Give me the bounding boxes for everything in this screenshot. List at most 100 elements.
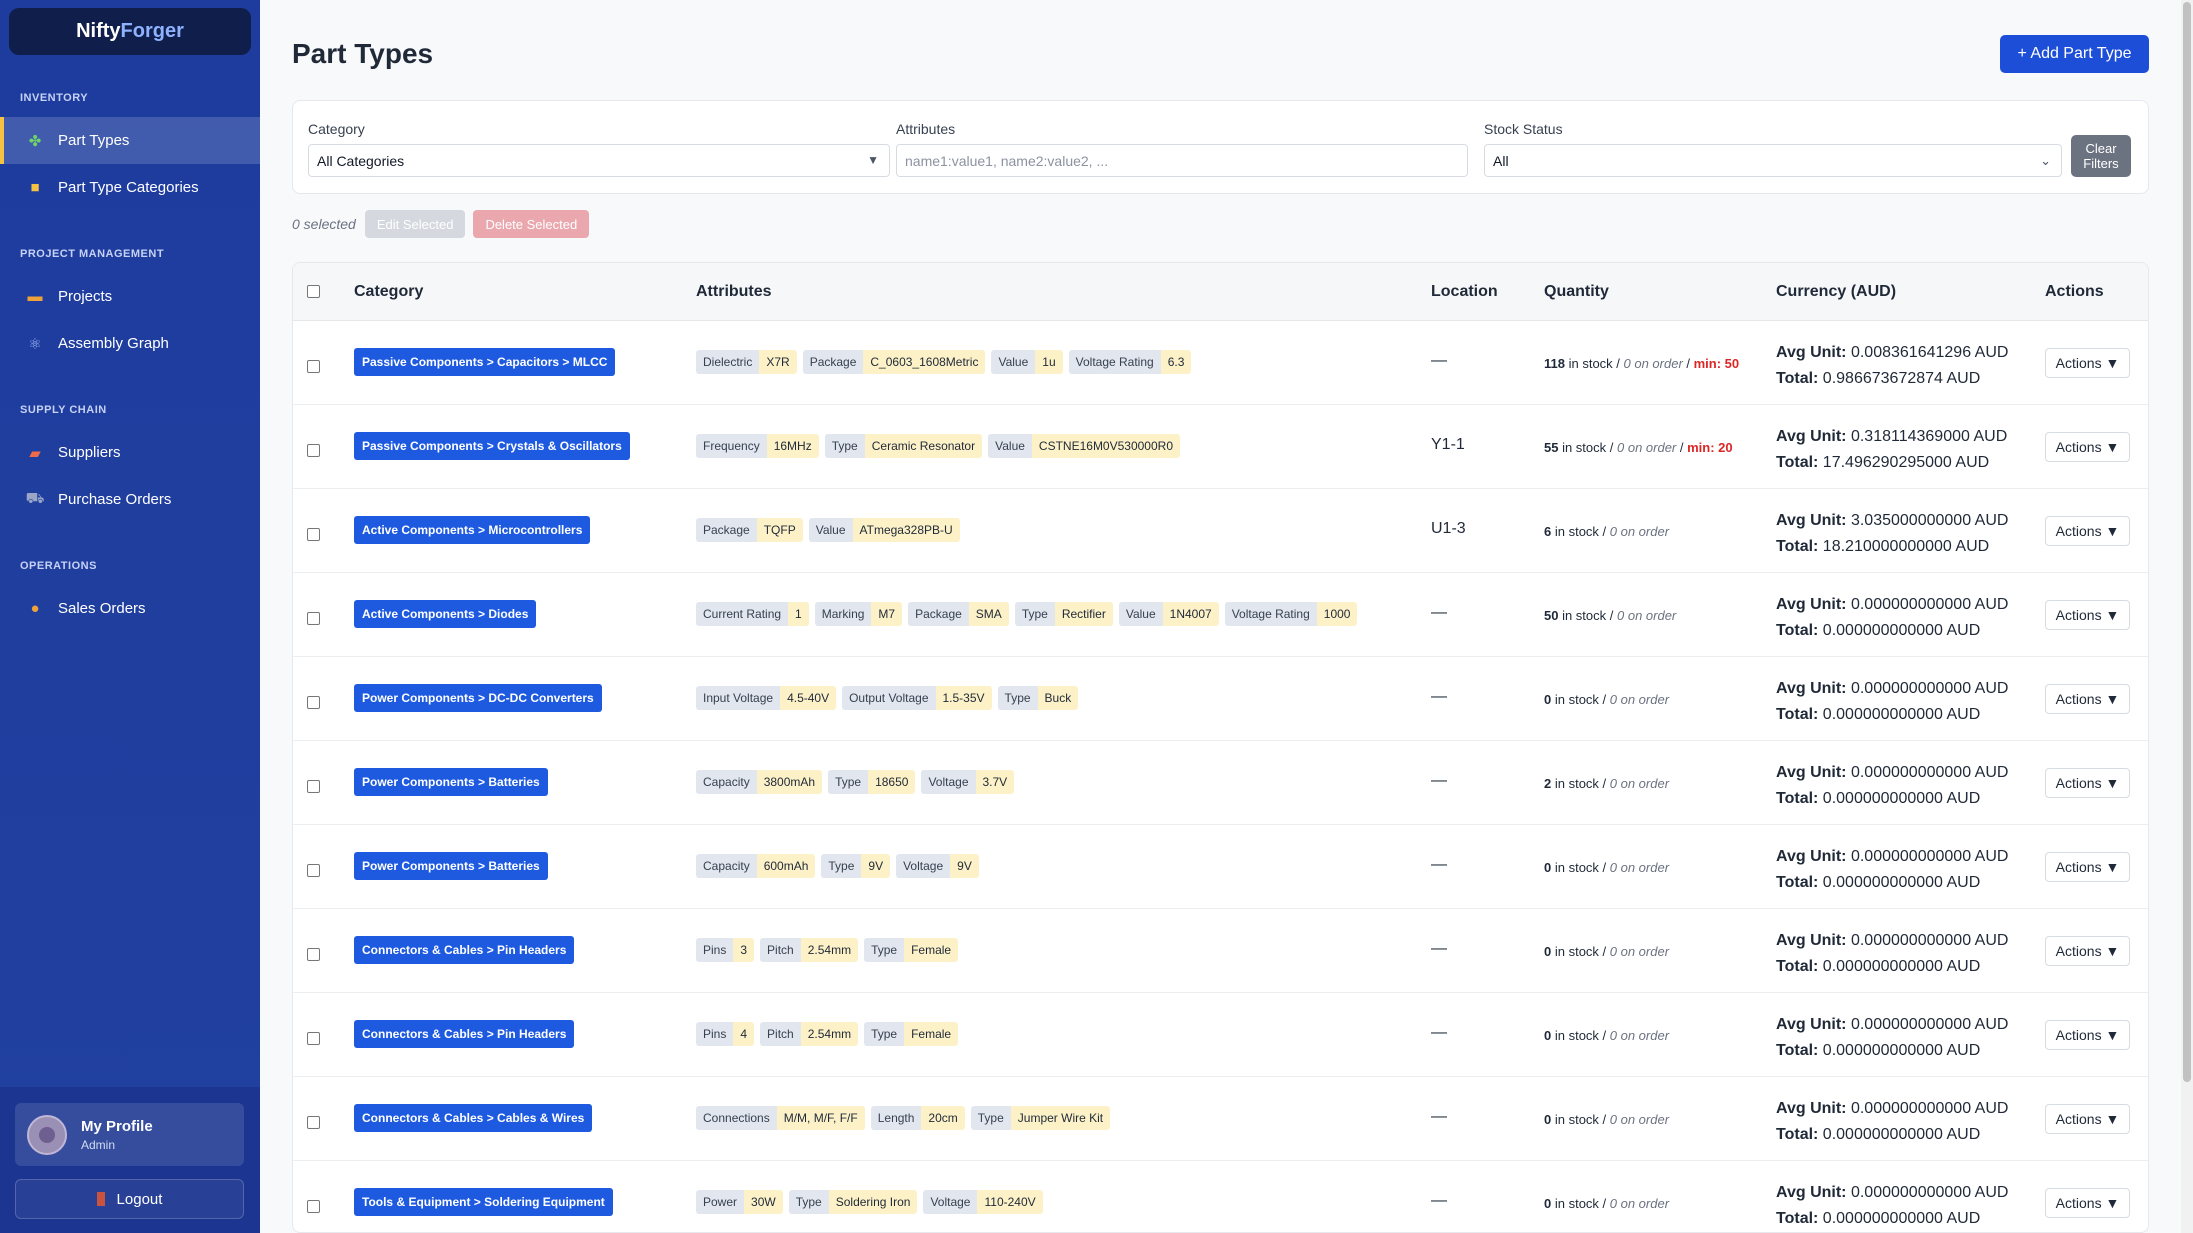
column-header-category[interactable]: Category: [354, 283, 423, 301]
column-header-quantity[interactable]: Quantity: [1544, 283, 1609, 301]
row-checkbox[interactable]: [307, 612, 320, 625]
column-header-attributes[interactable]: Attributes: [696, 283, 772, 301]
row-actions-dropdown[interactable]: Actions ▼: [2045, 1188, 2130, 1218]
quantity-value: 0 in stock / 0 on order: [1544, 944, 1669, 959]
attribute-list: Frequency 16MHz Type Ceramic Resonator Value…: [696, 434, 1186, 458]
edit-selected-button[interactable]: Edit Selected: [364, 210, 466, 238]
main-content: Part Types + Add Part Type Category All …: [260, 0, 2193, 1233]
category-badge[interactable]: Power Components > Batteries: [354, 852, 548, 880]
quantity-value: 55 in stock / 0 on order / min: 20: [1544, 440, 1733, 455]
sidebar-item-suppliers[interactable]: ▰ Suppliers: [0, 429, 260, 476]
currency-values: Avg Unit: 0.000000000000 AUD Total: 0.000…: [1776, 1180, 2008, 1232]
attribute-name: Type: [864, 1022, 905, 1046]
row-checkbox[interactable]: [307, 780, 320, 793]
category-badge[interactable]: Passive Components > Capacitors > MLCC: [354, 348, 616, 376]
row-actions-dropdown[interactable]: Actions ▼: [2045, 348, 2130, 378]
row-actions-dropdown[interactable]: Actions ▼: [2045, 684, 2130, 714]
location-value: —: [1431, 856, 1447, 873]
total-label: Total:: [1776, 1126, 1819, 1143]
attribute-tag: Type 18650: [828, 770, 916, 794]
quantity-value: 0 in stock / 0 on order: [1544, 1196, 1669, 1211]
attribute-tag: Type 9V: [821, 854, 891, 878]
row-checkbox[interactable]: [307, 948, 320, 961]
column-header-location[interactable]: Location: [1431, 283, 1498, 301]
row-actions-dropdown[interactable]: Actions ▼: [2045, 768, 2130, 798]
avg-unit-label: Avg Unit:: [1776, 764, 1847, 781]
row-checkbox[interactable]: [307, 696, 320, 709]
avg-unit-label: Avg Unit:: [1776, 512, 1847, 529]
sidebar-item-assembly-graph[interactable]: ⚛ Assembly Graph: [0, 320, 260, 367]
category-badge[interactable]: Active Components > Microcontrollers: [354, 516, 591, 544]
location-value: U1-3: [1431, 520, 1466, 537]
category-badge[interactable]: Passive Components > Crystals & Oscillat…: [354, 432, 630, 460]
row-checkbox[interactable]: [307, 864, 320, 877]
category-badge[interactable]: Power Components > Batteries: [354, 768, 548, 796]
avg-unit-value: 0.008361641296 AUD: [1846, 344, 2009, 361]
table-row: Power Components > Batteries Capacity 380…: [293, 741, 2148, 825]
currency-values: Avg Unit: 0.318114369000 AUD Total: 17.49…: [1776, 424, 2007, 476]
attribute-tag: Current Rating 1: [696, 602, 809, 626]
row-actions-dropdown[interactable]: Actions ▼: [2045, 852, 2130, 882]
on-order-text: 0 on order: [1623, 356, 1683, 371]
attribute-value: Jumper Wire Kit: [1010, 1106, 1111, 1130]
attribute-value: 110-240V: [977, 1190, 1043, 1214]
avg-unit-label: Avg Unit:: [1776, 680, 1847, 697]
attribute-tag: Type Buck: [997, 686, 1079, 710]
attribute-value: 2.54mm: [800, 938, 859, 962]
attribute-name: Frequency: [696, 434, 767, 458]
logout-button[interactable]: Logout: [15, 1179, 244, 1219]
currency-values: Avg Unit: 0.000000000000 AUD Total: 0.000…: [1776, 928, 2008, 980]
row-actions-dropdown[interactable]: Actions ▼: [2045, 600, 2130, 630]
category-badge[interactable]: Power Components > DC-DC Converters: [354, 684, 602, 712]
sidebar-item-purchase-orders[interactable]: ⛟ Purchase Orders: [0, 476, 260, 523]
scrollbar-thumb[interactable]: [2183, 2, 2191, 1082]
currency-values: Avg Unit: 0.000000000000 AUD Total: 0.000…: [1776, 844, 2008, 896]
select-all-checkbox[interactable]: [307, 285, 320, 298]
attribute-list: Package TQFP Value ATmega328PB-U: [696, 518, 966, 542]
profile-card[interactable]: My Profile Admin: [15, 1103, 244, 1166]
brand-logo[interactable]: Nifty Forger: [9, 8, 251, 55]
quantity-value: 0 in stock / 0 on order: [1544, 1028, 1669, 1043]
stock-text: in stock /: [1551, 860, 1610, 875]
row-checkbox[interactable]: [307, 1032, 320, 1045]
row-checkbox[interactable]: [307, 528, 320, 541]
attributes-input[interactable]: name1:value1, name2:value2, ...: [896, 144, 1468, 177]
sidebar-item-part-type-categories[interactable]: ■ Part Type Categories: [0, 164, 260, 211]
attribute-name: Type: [828, 770, 869, 794]
sidebar-item-sales-orders[interactable]: ● Sales Orders: [0, 585, 260, 632]
sidebar-item-projects[interactable]: ▬ Projects: [0, 273, 260, 320]
category-badge[interactable]: Connectors & Cables > Cables & Wires: [354, 1104, 593, 1132]
row-actions-dropdown[interactable]: Actions ▼: [2045, 1020, 2130, 1050]
stock-status-select[interactable]: All ⌄: [1484, 144, 2062, 177]
attribute-value: 1N4007: [1162, 602, 1219, 626]
attribute-value: Soldering Iron: [828, 1190, 918, 1214]
attribute-name: Power: [696, 1190, 745, 1214]
category-badge[interactable]: Connectors & Cables > Pin Headers: [354, 936, 575, 964]
nav-section-title: SUPPLY CHAIN: [20, 404, 107, 416]
row-checkbox[interactable]: [307, 444, 320, 457]
row-actions-dropdown[interactable]: Actions ▼: [2045, 936, 2130, 966]
category-badge[interactable]: Tools & Equipment > Soldering Equipment: [354, 1188, 613, 1216]
stock-status-filter-label: Stock Status: [1484, 121, 1563, 137]
delete-selected-button[interactable]: Delete Selected: [473, 210, 590, 238]
attribute-value: 2.54mm: [800, 1022, 859, 1046]
row-actions-dropdown[interactable]: Actions ▼: [2045, 432, 2130, 462]
category-badge[interactable]: Active Components > Diodes: [354, 600, 537, 628]
row-actions-dropdown[interactable]: Actions ▼: [2045, 1104, 2130, 1134]
category-select[interactable]: All Categories ▼: [308, 144, 890, 177]
attribute-value: X7R: [759, 350, 797, 374]
add-part-type-button[interactable]: + Add Part Type: [2000, 35, 2149, 73]
clear-filters-button[interactable]: Clear Filters: [2071, 135, 2131, 177]
attribute-value: 600mAh: [756, 854, 816, 878]
attribute-tag: Type Ceramic Resonator: [824, 434, 983, 458]
row-checkbox[interactable]: [307, 1116, 320, 1129]
table-row: Active Components > Diodes Current Ratin…: [293, 573, 2148, 657]
sidebar-item-part-types[interactable]: ✤ Part Types: [0, 117, 260, 164]
column-header-currency[interactable]: Currency (AUD): [1776, 283, 1896, 301]
attribute-value: 6.3: [1160, 350, 1192, 374]
row-checkbox[interactable]: [307, 360, 320, 373]
avg-unit-value: 0.000000000000 AUD: [1846, 1184, 2009, 1201]
category-badge[interactable]: Connectors & Cables > Pin Headers: [354, 1020, 575, 1048]
row-checkbox[interactable]: [307, 1200, 320, 1213]
row-actions-dropdown[interactable]: Actions ▼: [2045, 516, 2130, 546]
